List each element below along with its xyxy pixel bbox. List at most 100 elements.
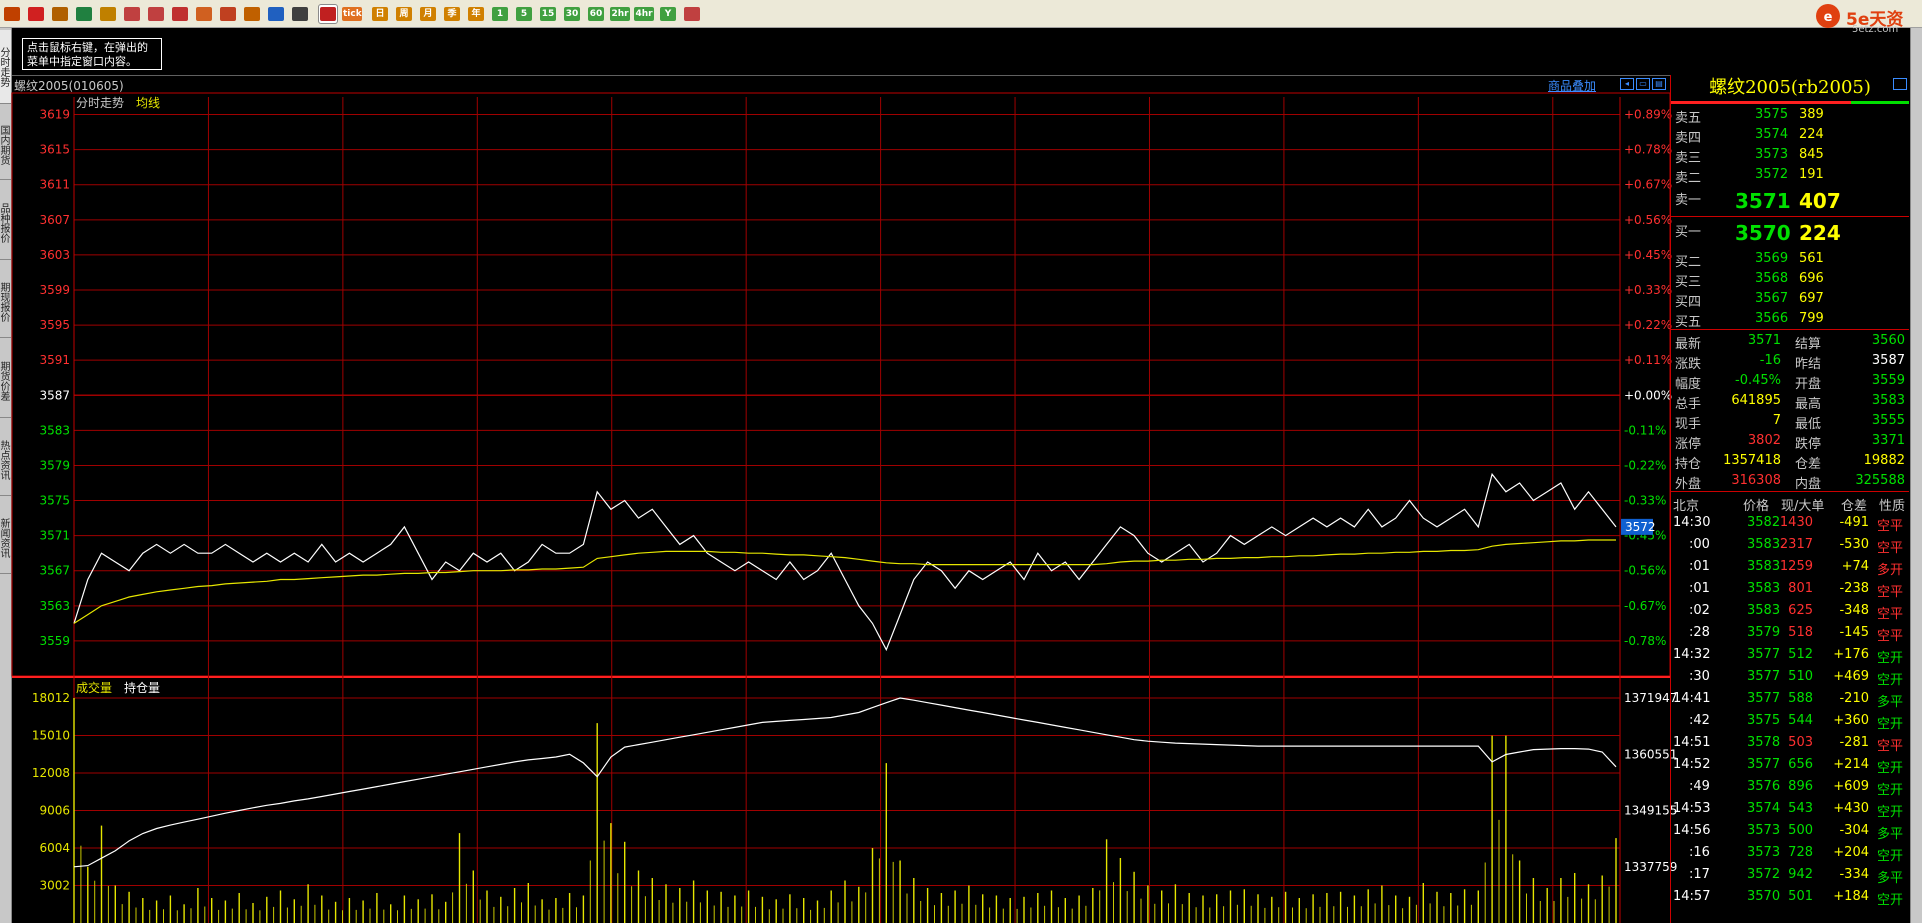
tick-nature: 空开 — [1877, 805, 1904, 820]
tick-volume: 1430 — [1779, 515, 1813, 530]
volume-tick-label: 15010 — [32, 729, 70, 743]
volume-tick-label: 18012 — [32, 691, 70, 705]
stat-row: 现手 7 最低 3555 — [1671, 411, 1909, 432]
stat-label: 内盘 — [1795, 477, 1822, 492]
stat-value: 3559 — [1871, 373, 1905, 388]
bid-volume: 696 — [1799, 271, 1824, 286]
bid-price: 3567 — [1755, 291, 1789, 306]
tick-price: 3576 — [1747, 779, 1781, 794]
tick-volume: 896 — [1788, 779, 1813, 794]
stat-value: 641895 — [1731, 393, 1781, 408]
price-chart-title: 分时走势 — [76, 96, 124, 110]
tick-nature: 空开 — [1877, 673, 1904, 688]
quote-panel-button[interactable] — [1893, 78, 1907, 90]
tick-volume: 656 — [1788, 757, 1813, 772]
tick-volume: 518 — [1788, 625, 1813, 640]
stat-label: 昨结 — [1795, 357, 1822, 372]
stat-label: 外盘 — [1675, 477, 1702, 492]
avg-line-legend: 均线 — [136, 96, 160, 110]
tick-price: 3583 — [1747, 603, 1781, 618]
ticks-header-price: 价格 — [1743, 499, 1770, 514]
intraday-chart[interactable]: 3619 +0.89% 3615 +0.78% 3611 +0.67% 3607 +0.56%… — [0, 0, 1922, 923]
tick-row: :01 3583 801 -238 空平 — [1671, 579, 1909, 600]
tick-nature: 多平 — [1877, 695, 1904, 710]
ask-price: 3573 — [1755, 147, 1789, 162]
pct-tick-label: +0.45% — [1624, 248, 1672, 262]
stat-label: 涨跌 — [1675, 357, 1702, 372]
tick-nature: 空平 — [1877, 739, 1904, 754]
tick-price: 3575 — [1747, 713, 1781, 728]
tick-row: :28 3579 518 -145 空平 — [1671, 623, 1909, 644]
tick-price: 3577 — [1747, 691, 1781, 706]
tick-time: 14:57 — [1673, 889, 1711, 904]
tick-price: 3574 — [1747, 801, 1781, 816]
tick-oi-change: +430 — [1833, 801, 1869, 816]
tick-oi-change: -530 — [1839, 537, 1869, 552]
tick-nature: 空平 — [1877, 541, 1904, 556]
ask-row: 卖三 3573 845 — [1671, 145, 1909, 166]
tick-price: 3577 — [1747, 647, 1781, 662]
tick-price: 3578 — [1747, 735, 1781, 750]
stat-value: 3571 — [1747, 333, 1781, 348]
stat-label: 持仓 — [1675, 457, 1702, 472]
tick-volume: 1259 — [1779, 559, 1813, 574]
tick-volume: 543 — [1788, 801, 1813, 816]
tick-row: 14:52 3577 656 +214 空开 — [1671, 755, 1909, 776]
tick-oi-change: +360 — [1833, 713, 1869, 728]
tick-nature: 空开 — [1877, 783, 1904, 798]
tick-volume: 2317 — [1779, 537, 1813, 552]
tick-price: 3572 — [1747, 867, 1781, 882]
tick-time: :00 — [1689, 537, 1710, 552]
price-tick-label: 3563 — [39, 599, 70, 613]
stat-value: 3583 — [1871, 393, 1905, 408]
stat-label: 涨停 — [1675, 437, 1702, 452]
tick-price: 3582 — [1747, 515, 1781, 530]
tick-volume: 801 — [1788, 581, 1813, 596]
ask-price: 3572 — [1755, 167, 1789, 182]
tick-row: 14:41 3577 588 -210 多平 — [1671, 689, 1909, 710]
stat-value: 1357418 — [1723, 453, 1781, 468]
pct-tick-label: -0.33% — [1624, 494, 1666, 508]
tick-row: 14:53 3574 543 +430 空开 — [1671, 799, 1909, 820]
ask1-row: 卖一 3571 407 — [1671, 185, 1909, 217]
tick-volume: 544 — [1788, 713, 1813, 728]
tick-volume: 510 — [1788, 669, 1813, 684]
tick-time: :17 — [1689, 867, 1710, 882]
volume-chart-title: 成交量 — [76, 680, 112, 695]
stat-label: 总手 — [1675, 397, 1702, 412]
ask-label: 卖五 — [1675, 111, 1702, 126]
tick-oi-change: +204 — [1833, 845, 1869, 860]
ask-label: 卖二 — [1675, 171, 1702, 186]
ask-row: 卖二 3572 191 — [1671, 165, 1909, 186]
stat-label: 仓差 — [1795, 457, 1822, 472]
bid-label: 买五 — [1675, 315, 1702, 330]
tick-row: :02 3583 625 -348 空平 — [1671, 601, 1909, 622]
stat-row: 涨停 3802 跌停 3371 — [1671, 431, 1909, 452]
bid1-price: 3570 — [1735, 221, 1791, 245]
ask-volume: 191 — [1799, 167, 1824, 182]
bid-price: 3566 — [1755, 311, 1789, 326]
tick-price: 3577 — [1747, 757, 1781, 772]
ask-price: 3575 — [1755, 107, 1789, 122]
tick-row: :17 3572 942 -334 多平 — [1671, 865, 1909, 886]
tick-oi-change: -281 — [1839, 735, 1869, 750]
avg-line — [73, 539, 1616, 624]
pct-tick-label: +0.78% — [1624, 143, 1672, 157]
pct-tick-label: -0.67% — [1624, 599, 1666, 613]
bid1-row: 买一 3570 224 — [1671, 217, 1909, 249]
price-tick-label: 3579 — [39, 458, 70, 472]
chart-lines — [73, 472, 1617, 868]
tick-oi-change: -348 — [1839, 603, 1869, 618]
price-tick-label: 3595 — [39, 318, 70, 332]
pct-tick-label: +0.00% — [1624, 388, 1672, 402]
tick-nature: 空平 — [1877, 629, 1904, 644]
pct-tick-label: -0.22% — [1624, 458, 1666, 472]
bid-label: 买四 — [1675, 295, 1702, 310]
tick-row: 14:32 3577 512 +176 空开 — [1671, 645, 1909, 666]
ticks-header-volume: 现/大单 — [1781, 499, 1825, 514]
tick-oi-change: -491 — [1839, 515, 1869, 530]
ticks-header-nature: 性质 — [1879, 499, 1906, 514]
price-tick-label: 3567 — [39, 564, 70, 578]
bid-row: 买二 3569 561 — [1671, 249, 1909, 270]
price-tick-label: 3575 — [39, 494, 70, 508]
